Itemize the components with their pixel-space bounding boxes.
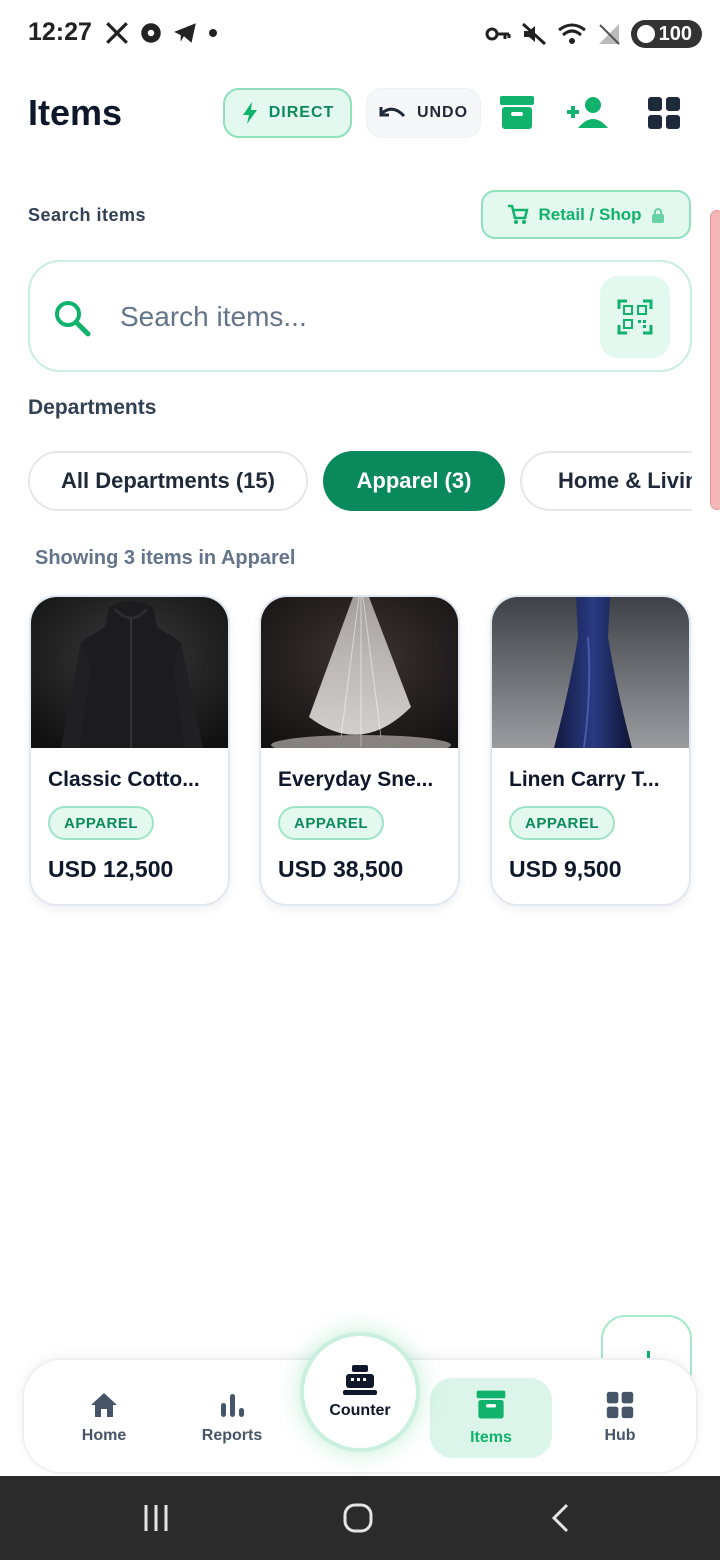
item-name: Classic Cotto... xyxy=(48,768,200,791)
departments-label: Departments xyxy=(28,396,157,419)
add-person-icon xyxy=(567,97,608,128)
department-chip-all[interactable]: All Departments (15) xyxy=(28,451,308,511)
nav-hub-label: Hub xyxy=(604,1427,636,1444)
search-input[interactable] xyxy=(120,292,580,342)
search-section-label: Search items xyxy=(28,205,147,225)
edge-scroll-handle[interactable] xyxy=(710,210,720,510)
item-category-badge: APPAREL xyxy=(509,806,616,840)
search-icon xyxy=(55,301,91,337)
system-navigation-bar xyxy=(0,1476,720,1560)
page-title: Items xyxy=(28,92,123,133)
nav-reports[interactable]: Reports xyxy=(192,1360,272,1476)
item-category-badge: APPAREL xyxy=(48,806,155,840)
grid-icon xyxy=(648,97,680,129)
recent-apps-button[interactable] xyxy=(138,1498,174,1538)
no-signal-icon xyxy=(598,24,620,45)
status-system-icons: 100 xyxy=(485,20,702,48)
item-image xyxy=(261,597,458,748)
app-gear-icon xyxy=(141,23,161,43)
battery-level: 100 xyxy=(658,22,692,45)
bar-chart-icon xyxy=(221,1394,244,1417)
item-name: Everyday Sne... xyxy=(278,768,434,791)
item-price: USD 38,500 xyxy=(278,856,404,882)
grid-icon xyxy=(606,1391,634,1419)
qr-code-icon xyxy=(617,299,653,335)
search-box xyxy=(28,260,692,372)
home-system-button[interactable] xyxy=(338,1498,378,1538)
item-category-badge: APPAREL xyxy=(278,806,385,840)
home-icon xyxy=(91,1393,117,1417)
back-button[interactable] xyxy=(542,1498,578,1538)
department-chip-apparel[interactable]: Apparel (3) xyxy=(323,451,505,511)
lightning-icon xyxy=(242,102,257,124)
results-summary: Showing 3 items in Apparel xyxy=(35,547,296,569)
telegram-icon xyxy=(174,23,196,43)
archive-icon xyxy=(500,96,534,129)
counter-button[interactable]: Counter xyxy=(300,1332,420,1452)
battery-shield-icon xyxy=(636,25,655,43)
item-price: USD 12,500 xyxy=(48,856,174,882)
archive-icon xyxy=(476,1390,506,1419)
cash-register-icon xyxy=(343,1365,377,1395)
nav-home-label: Home xyxy=(81,1427,127,1444)
direct-button[interactable]: DIRECT xyxy=(223,88,352,138)
nav-items[interactable]: Items xyxy=(430,1378,552,1458)
mute-icon xyxy=(521,22,546,46)
status-notification-icons xyxy=(104,20,220,46)
status-bar: 12:27 100 xyxy=(0,0,720,70)
shop-label: Retail / Shop xyxy=(538,204,642,224)
nav-reports-label: Reports xyxy=(201,1427,263,1444)
counter-label: Counter xyxy=(329,1402,391,1419)
item-price: USD 9,500 xyxy=(509,856,622,882)
apps-grid-button[interactable] xyxy=(643,92,685,134)
add-customer-button[interactable] xyxy=(566,92,608,134)
item-image xyxy=(31,597,228,748)
undo-button[interactable]: UNDO xyxy=(366,88,481,138)
nav-items-label: Items xyxy=(470,1429,512,1446)
item-name: Linen Carry T... xyxy=(509,768,660,791)
nav-home[interactable]: Home xyxy=(64,1360,144,1476)
undo-label: UNDO xyxy=(416,104,469,121)
shop-selector-chip[interactable]: Retail / Shop xyxy=(481,190,691,239)
direct-label: DIRECT xyxy=(268,104,335,121)
recent-apps-icon xyxy=(144,1505,168,1531)
qr-scan-button[interactable] xyxy=(600,276,670,358)
item-card[interactable]: Linen Carry T... APPAREL USD 9,500 xyxy=(490,595,691,906)
back-chevron-icon xyxy=(551,1503,569,1533)
department-chips: All Departments (15) Apparel (3) Home & … xyxy=(28,451,692,511)
archive-button[interactable] xyxy=(496,92,538,134)
x-logo-icon xyxy=(106,22,128,44)
item-card[interactable]: Everyday Sne... APPAREL USD 38,500 xyxy=(259,595,460,906)
wifi-icon xyxy=(557,23,586,44)
home-circle-icon xyxy=(343,1503,373,1533)
undo-icon xyxy=(379,107,406,118)
battery-indicator: 100 xyxy=(630,20,702,48)
status-time: 12:27 xyxy=(28,18,92,46)
nav-hub[interactable]: Hub xyxy=(580,1360,660,1476)
item-image xyxy=(492,597,689,748)
lock-icon xyxy=(652,207,665,223)
item-card[interactable]: Classic Cotto... APPAREL USD 12,500 xyxy=(29,595,230,906)
cart-icon xyxy=(507,204,529,224)
vpn-key-icon xyxy=(485,27,511,41)
dot-icon xyxy=(209,29,217,37)
department-chip-home-living[interactable]: Home & Living xyxy=(520,451,692,511)
